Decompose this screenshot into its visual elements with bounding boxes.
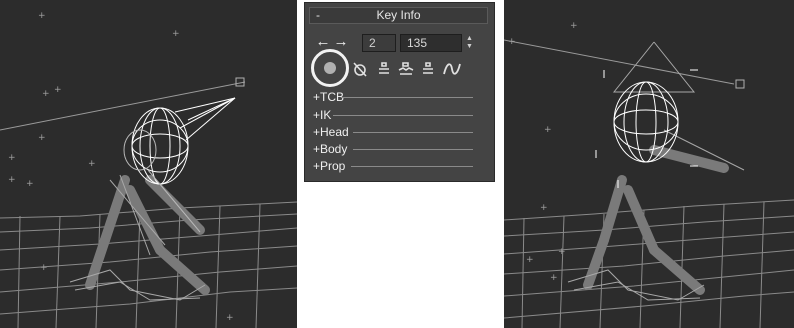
svg-text:+: + xyxy=(8,175,16,185)
svg-text:+: + xyxy=(88,159,96,169)
svg-text:+: + xyxy=(8,153,16,163)
key-info-panel: - Key Info ← → 2 135 ▲ ▼ +TCB +IK +Head +… xyxy=(304,2,495,182)
rollout-label: +TCB xyxy=(313,90,345,104)
wireframe-scene-right: + + + + + + + xyxy=(504,21,794,328)
next-key-arrow-icon[interactable]: → xyxy=(333,34,349,49)
svg-text:+: + xyxy=(570,21,578,31)
rollout-divider xyxy=(353,132,473,133)
rollout-ik[interactable]: +IK xyxy=(313,107,473,123)
viewport-left[interactable]: + + + + + + + + + + + xyxy=(0,0,297,328)
svg-text:+: + xyxy=(38,133,46,143)
svg-text:+: + xyxy=(172,29,180,39)
svg-text:+: + xyxy=(526,255,534,265)
svg-text:+: + xyxy=(558,247,566,257)
svg-text:+: + xyxy=(540,203,548,213)
key-tangent-2-icon[interactable] xyxy=(419,61,437,77)
svg-text:+: + xyxy=(550,273,558,283)
viewport-right[interactable]: + + + + + + + xyxy=(504,0,794,328)
svg-text:+: + xyxy=(54,85,62,95)
lock-key-icon[interactable] xyxy=(351,61,369,77)
rollout-label: +Body xyxy=(313,142,348,156)
key-tangent-icon[interactable] xyxy=(375,61,393,77)
svg-text:+: + xyxy=(508,37,516,47)
rollout-label: +Prop xyxy=(313,159,346,173)
svg-text:+: + xyxy=(226,313,234,323)
key-number-field[interactable]: 2 xyxy=(362,34,396,52)
rollout-head[interactable]: +Head xyxy=(313,124,473,140)
rollout-tcb[interactable]: +TCB xyxy=(313,89,473,105)
wireframe-scene-left: + + + + + + + + + + + xyxy=(0,11,297,328)
rollout-body[interactable]: +Body xyxy=(313,141,473,157)
rollout-divider xyxy=(353,149,473,150)
rollout-divider xyxy=(333,115,473,116)
rollout-label: +IK xyxy=(313,108,332,122)
svg-text:+: + xyxy=(40,263,48,273)
rollout-title: Key Info xyxy=(376,8,421,22)
time-spinner[interactable]: ▲ ▼ xyxy=(465,35,474,51)
rollout-prop[interactable]: +Prop xyxy=(313,158,473,174)
key-step-icon[interactable] xyxy=(397,61,415,77)
key-info-rollout-header[interactable]: - Key Info xyxy=(309,7,488,24)
set-key-icon[interactable] xyxy=(324,62,336,74)
svg-text:+: + xyxy=(42,89,50,99)
curve-icon[interactable] xyxy=(443,61,461,77)
svg-text:+: + xyxy=(26,179,34,189)
rollout-divider xyxy=(351,166,473,167)
rollout-divider xyxy=(341,97,473,98)
svg-text:+: + xyxy=(544,125,552,135)
rollout-label: +Head xyxy=(313,125,349,139)
svg-text:+: + xyxy=(38,11,46,21)
prev-key-arrow-icon[interactable]: ← xyxy=(315,34,331,49)
key-time-field[interactable]: 135 xyxy=(400,34,462,52)
